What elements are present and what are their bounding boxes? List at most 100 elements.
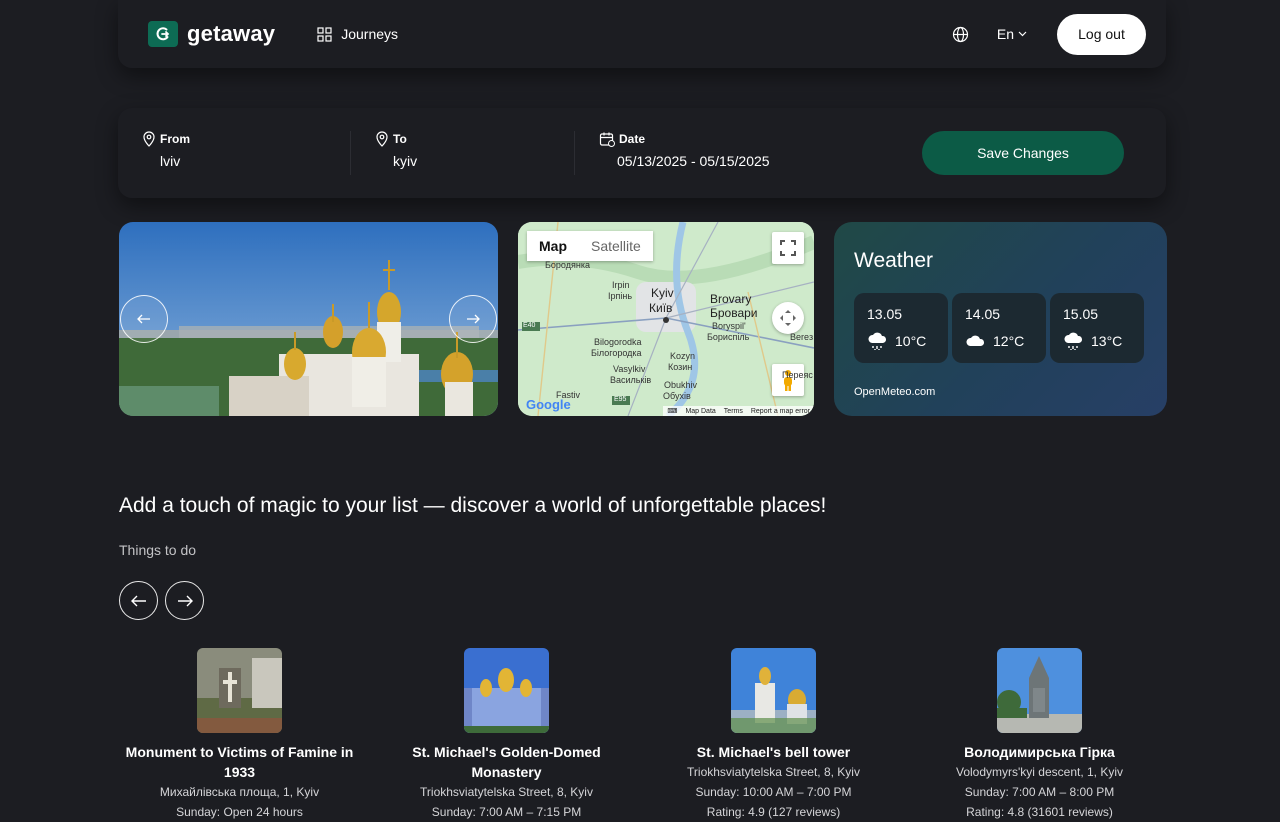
place-card[interactable]: Monument to Victims of Famine in 1933 Ми… [106, 648, 373, 822]
place-title: St. Michael's Golden-Domed Monastery [412, 744, 601, 780]
discover-heading: Add a touch of magic to your list — disc… [119, 494, 827, 517]
tab-satellite[interactable]: Satellite [579, 231, 653, 261]
place-rating: Rating: 4.8 (31601 reviews) [966, 805, 1113, 819]
grid-icon [317, 26, 332, 42]
to-value[interactable]: kyiv [393, 153, 574, 169]
map-label: Козин [668, 362, 693, 372]
map-data-link[interactable]: Map Data [685, 408, 715, 415]
map-pan-control[interactable] [772, 302, 804, 334]
place-thumbnail [997, 648, 1082, 733]
place-title: St. Michael's bell tower [696, 744, 851, 760]
trip-search-bar: From lviv To kyiv Date 05/13/2025 - 05/1… [118, 108, 1166, 198]
globe-icon[interactable] [952, 26, 969, 43]
place-address: Volodymyrs'kyi descent, 1, Kyiv [955, 765, 1124, 779]
language-value: En [996, 26, 1014, 42]
weather-source-link[interactable]: OpenMeteo.com [854, 386, 935, 398]
map-label: Kozyn [670, 351, 696, 361]
map-label: Білогородка [591, 348, 642, 358]
weather-temp: 12°C [993, 333, 1025, 349]
logo-text: getaway [187, 21, 276, 46]
place-thumbnail [464, 648, 549, 733]
tab-map[interactable]: Map [527, 231, 579, 261]
weather-day-card: 14.05 12°C [952, 293, 1046, 363]
from-field[interactable]: From lviv [118, 131, 350, 175]
arrow-right-icon [467, 314, 480, 324]
arrow-left-icon [130, 595, 146, 606]
route-map[interactable]: Map Satellite Бородянка Irpin Ірпінь Kyi… [518, 222, 814, 416]
place-address: Михайлівська площа, 1, Kyiv [159, 785, 320, 799]
weather-date: 15.05 [1063, 306, 1099, 322]
place-hours: Sunday: 10:00 AM – 7:00 PM [695, 785, 852, 799]
map-label: Obukhiv [664, 380, 698, 390]
place-card[interactable]: St. Michael's Golden-Domed Monastery Tri… [373, 648, 640, 822]
arrow-left-icon [137, 314, 150, 324]
fullscreen-button[interactable] [772, 232, 804, 264]
logo[interactable]: getaway [148, 21, 275, 47]
place-title: Monument to Victims of Famine in 1933 [125, 744, 354, 780]
map-label: Brovary [710, 292, 752, 306]
date-label: Date [619, 132, 646, 146]
weather-title: Weather [854, 249, 933, 272]
top-navbar: getaway Journeys En Log out [118, 0, 1166, 68]
map-label: E40 [523, 322, 536, 329]
place-hours: Sunday: 7:00 AM – 8:00 PM [964, 785, 1115, 799]
kyiv-pechersk-lavra-photo [119, 222, 498, 416]
place-address: Triokhsviatytelska Street, 8, Kyiv [687, 765, 860, 779]
street-view-pegman[interactable] [772, 364, 804, 396]
map-label: Boryspil' [712, 321, 746, 331]
date-value[interactable]: 05/13/2025 - 05/15/2025 [617, 153, 894, 169]
date-field[interactable]: Date 05/13/2025 - 05/15/2025 [574, 131, 894, 175]
map-type-tabs: Map Satellite [527, 231, 653, 261]
report-error-link[interactable]: Report a map error [751, 408, 810, 415]
places-prev-button[interactable] [119, 581, 158, 620]
weather-day-card: 15.05 13°C [1050, 293, 1144, 363]
map-label: Бориспіль [707, 332, 750, 342]
place-hours: Sunday: 7:00 AM – 7:15 PM [431, 805, 582, 819]
place-thumbnail [197, 648, 282, 733]
rain-cloud-icon [868, 332, 887, 350]
logo-icon [148, 21, 178, 47]
language-select[interactable]: En [997, 26, 1027, 42]
map-label: Bereз [790, 332, 814, 342]
weather-temp: 10°C [895, 333, 927, 349]
arrow-right-icon [177, 595, 193, 606]
carousel-next-button[interactable] [449, 295, 497, 343]
terms-link[interactable]: Terms [724, 408, 743, 415]
chevron-down-icon [1018, 31, 1027, 37]
carousel-prev-button[interactable] [120, 295, 168, 343]
location-pin-icon [143, 131, 155, 147]
map-label: Bilogorodka [594, 337, 642, 347]
from-label: From [160, 132, 190, 146]
keyboard-icon: ⌨ [667, 408, 678, 415]
save-changes-button[interactable]: Save Changes [922, 131, 1124, 175]
to-label: To [393, 132, 407, 146]
weather-date: 13.05 [867, 306, 903, 322]
map-label: Бородянка [545, 260, 590, 270]
nav-journeys[interactable]: Journeys [317, 26, 398, 42]
place-thumbnail [731, 648, 816, 733]
cloud-icon [966, 335, 985, 346]
place-title: Володимирська Гірка [964, 744, 1115, 760]
nav-journeys-label: Journeys [341, 26, 399, 42]
map-label: Обухів [663, 391, 691, 401]
map-label: Irpin [612, 280, 630, 290]
map-label: E95 [614, 396, 627, 403]
map-label: Київ [649, 301, 673, 315]
rain-cloud-icon [1064, 332, 1083, 350]
logout-button[interactable]: Log out [1057, 13, 1146, 55]
fullscreen-icon [780, 240, 796, 256]
from-value[interactable]: lviv [160, 153, 350, 169]
map-label: Kyiv [651, 286, 674, 300]
map-label: Васильків [610, 375, 652, 385]
google-logo: Google [526, 397, 571, 412]
weather-date: 14.05 [965, 306, 1001, 322]
map-label: Ірпінь [608, 291, 633, 301]
weather-temp: 13°C [1091, 333, 1123, 349]
place-card[interactable]: St. Michael's bell tower Triokhsviatytel… [640, 648, 907, 822]
place-address: Triokhsviatytelska Street, 8, Kyiv [420, 785, 593, 799]
pan-arrows-icon [780, 310, 796, 326]
place-card[interactable]: Володимирська Гірка Volodymyrs'kyi desce… [906, 648, 1173, 822]
map-label: Бровари [710, 306, 758, 320]
places-next-button[interactable] [165, 581, 204, 620]
to-field[interactable]: To kyiv [350, 131, 574, 175]
